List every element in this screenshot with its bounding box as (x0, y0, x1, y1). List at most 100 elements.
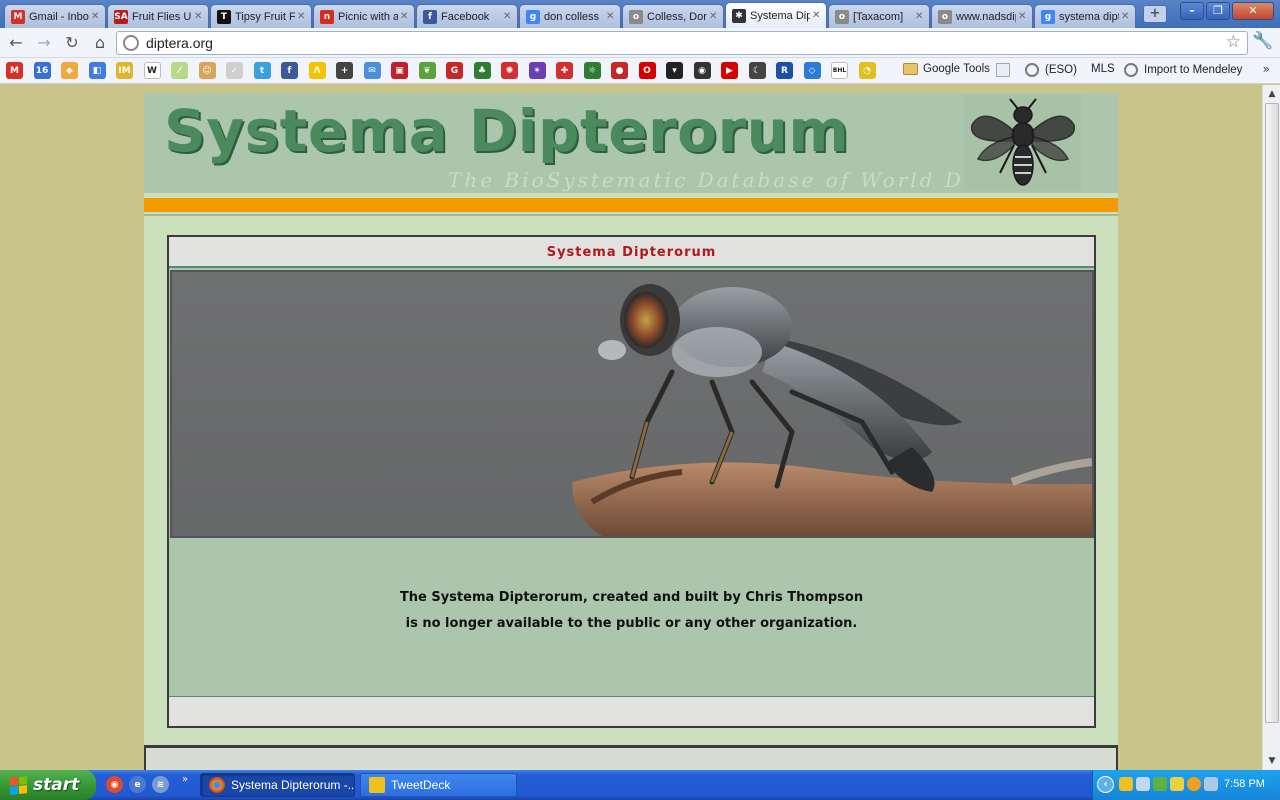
tab-close-icon[interactable]: ✕ (709, 11, 719, 22)
bookmark-mendeley[interactable]: Import to Mendeley (1124, 63, 1242, 77)
nbc-icon[interactable]: ✶ (528, 62, 546, 79)
cookie-icon[interactable]: ☺ (198, 62, 216, 79)
volume-tray-icon[interactable] (1136, 777, 1150, 791)
g-red-icon[interactable]: G (446, 62, 463, 79)
tab-close-icon[interactable]: ✕ (606, 11, 616, 22)
tab-close-icon[interactable]: ✕ (812, 10, 822, 21)
home-icon[interactable]: ⌂ (88, 31, 112, 55)
triangle-icon[interactable]: Λ (308, 62, 326, 79)
mail-check-icon[interactable]: ✉ (363, 62, 381, 79)
google-icon: g (526, 9, 540, 24)
tab-close-icon[interactable]: ✕ (91, 11, 101, 22)
bug-icon[interactable]: ☼ (583, 62, 601, 79)
clock-icon[interactable]: ◔ (858, 62, 876, 79)
tab-8[interactable]: o [Taxacom] ✕ (828, 4, 930, 28)
tab-5[interactable]: g don colless ✕ (519, 4, 621, 28)
tab-0[interactable]: M Gmail - Inbox ✕ (4, 4, 106, 28)
bookmark-star-icon[interactable]: ☆ (1226, 32, 1241, 52)
tab-close-icon[interactable]: ✕ (297, 11, 307, 22)
cbc-icon[interactable]: ✺ (501, 62, 518, 79)
google-reader-icon[interactable]: ◧ (88, 62, 106, 79)
address-bar[interactable]: diptera.org ☆ (116, 31, 1248, 55)
tab-close-icon[interactable]: ✕ (400, 11, 410, 22)
system-tray: ‹ 7:58 PM (1092, 770, 1280, 800)
plus-icon[interactable]: + (336, 62, 353, 79)
tab-title: Colless, Donald (647, 10, 707, 23)
scroll-up-icon[interactable]: ▲ (1264, 86, 1280, 102)
leaf-icon[interactable]: ❦ (418, 62, 436, 79)
bookmark-flag[interactable] (996, 63, 1010, 77)
new-tab-button[interactable]: + (1143, 5, 1167, 23)
tab-9[interactable]: o www.nadsdiptera.org✕ (931, 4, 1033, 28)
tab-7[interactable]: ✱ Systema Dipterorum✕ (725, 2, 827, 28)
start-button[interactable]: start (0, 770, 96, 800)
mcgill-icon[interactable]: ▣ (391, 62, 408, 79)
network-icon[interactable]: ≋ (152, 776, 169, 793)
vertical-scrollbar[interactable]: ▲ ▼ (1262, 85, 1280, 770)
tab-close-icon[interactable]: ✕ (503, 11, 513, 22)
trees-icon[interactable]: ♣ (473, 62, 491, 79)
tab-close-icon[interactable]: ✕ (1018, 11, 1028, 22)
tray-expand-icon[interactable]: ‹ (1097, 776, 1114, 793)
close-window-button[interactable]: ✕ (1232, 2, 1274, 20)
picasa-icon[interactable]: ◆ (61, 62, 78, 79)
minimize-button[interactable]: – (1180, 2, 1204, 20)
bookmark-eso[interactable]: (ESO) (1025, 63, 1077, 77)
rbc-icon[interactable]: R (776, 62, 793, 79)
flag-icon (996, 63, 1010, 77)
tab-3[interactable]: n Picnic with a Fly✕ (313, 4, 415, 28)
globe-icon: o (835, 9, 849, 24)
bookmarks-overflow-button[interactable]: » (1263, 62, 1270, 76)
globe-icon: o (629, 9, 643, 24)
norton-tray-icon[interactable] (1170, 777, 1184, 791)
document-icon[interactable]: ✓ (226, 62, 243, 79)
reload-icon[interactable]: ↻ (60, 31, 84, 55)
tab-title: Tipsy Fruit Flies (235, 10, 295, 23)
orange-divider (144, 198, 1118, 212)
tab-close-icon[interactable]: ✕ (194, 11, 204, 22)
wikipedia-icon[interactable]: W (143, 62, 161, 79)
tab-close-icon[interactable]: ✕ (915, 11, 925, 22)
bookmark-google-tools[interactable]: Google Tools (903, 63, 990, 75)
tab-2[interactable]: T Tipsy Fruit Flies✕ (210, 4, 312, 28)
notice-line-2: is no longer available to the public or … (405, 616, 858, 631)
chrome-icon[interactable]: ◉ (106, 776, 123, 793)
tab-4[interactable]: f Facebook ✕ (416, 4, 518, 28)
browser-icon[interactable]: e (129, 776, 146, 793)
twitter-icon[interactable]: t (253, 62, 271, 79)
bookmark-mls[interactable]: MLS (1091, 63, 1115, 75)
tab-1[interactable]: SA Fruit Flies Unlimited✕ (107, 4, 209, 28)
moon-icon[interactable]: ☾ (748, 62, 766, 79)
wand-icon[interactable]: ⁄ (171, 62, 188, 79)
tab-10[interactable]: g systema dipterorum✕ (1034, 4, 1136, 28)
youtube-icon[interactable]: ▶ (721, 62, 738, 79)
bookmark-icons: M 16 ◆ ◧ IM W ⁄ ☺ ✓ t f Λ + ✉ ▣ ❦ G ♣ ✺ ✶ ✚ ☼ ● O ▾ ◉ ▶ ☾ R ◇ BHL ◔ (6, 62, 886, 79)
wrench-menu-icon[interactable]: 🔧 (1252, 31, 1273, 51)
dropbox-icon[interactable]: ◇ (803, 62, 821, 79)
ladybug-icon[interactable]: ● (611, 62, 628, 79)
camera-icon[interactable]: ◉ (693, 62, 711, 79)
network-tray-icon[interactable] (1153, 777, 1167, 791)
opera-icon[interactable]: O (638, 62, 656, 79)
scroll-down-icon[interactable]: ▼ (1264, 753, 1280, 769)
facebook-icon[interactable]: f (281, 62, 298, 79)
tab-6[interactable]: o Colless, Donald✕ (622, 4, 724, 28)
tab-close-icon[interactable]: ✕ (1121, 11, 1131, 22)
display-tray-icon[interactable] (1204, 777, 1218, 791)
target-icon[interactable]: ✚ (556, 62, 573, 79)
taskbar-window-tweetdeck[interactable]: TweetDeck (360, 773, 517, 797)
mail-tray-icon[interactable] (1119, 777, 1133, 791)
imdb-icon[interactable]: IM (116, 62, 133, 79)
bhl-icon[interactable]: BHL (831, 62, 848, 79)
messenger-tray-icon[interactable] (1187, 777, 1201, 791)
restore-button[interactable]: ❐ (1206, 2, 1230, 20)
bird-icon[interactable]: ▾ (666, 62, 683, 79)
back-icon[interactable]: ← (4, 31, 28, 55)
forward-icon[interactable]: → (32, 31, 56, 55)
gmail-icon[interactable]: M (6, 62, 23, 79)
gmail-icon: M (11, 9, 25, 24)
scrollbar-thumb[interactable] (1265, 103, 1279, 723)
calendar-icon[interactable]: 16 (33, 62, 51, 79)
taskbar-window-chrome[interactable]: Systema Dipterorum -... (200, 773, 355, 797)
quick-launch-overflow[interactable]: » (182, 774, 188, 785)
